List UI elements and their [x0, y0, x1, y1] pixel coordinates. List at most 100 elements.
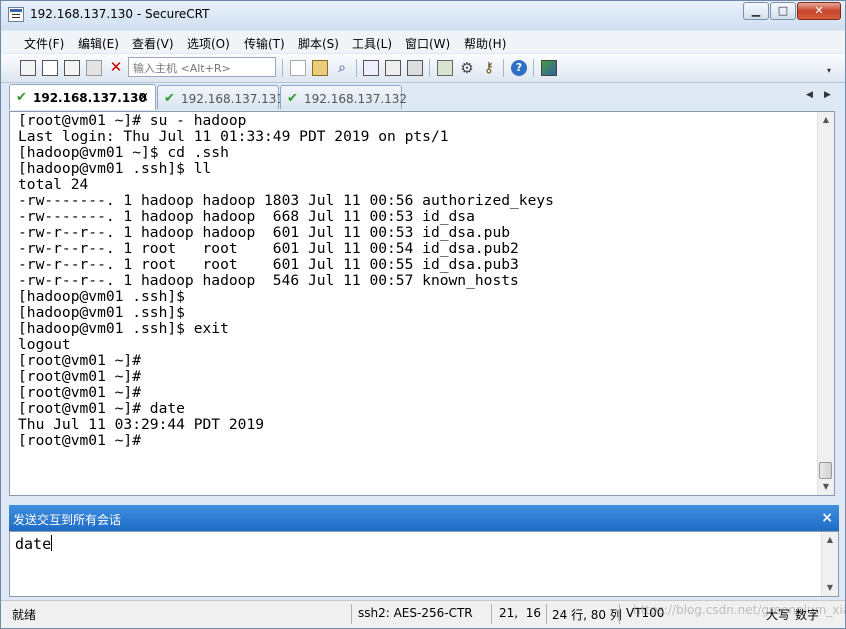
maximize-button[interactable]: □ [770, 2, 796, 20]
quick-connect-icon[interactable] [42, 60, 58, 76]
menu-help[interactable]: 帮助(H) [464, 35, 506, 52]
close-button[interactable]: ✕ [797, 2, 841, 20]
toolbar-separator [356, 59, 357, 77]
menu-file[interactable]: 文件(F) [24, 35, 64, 52]
find-icon[interactable]: ⌕ [334, 60, 350, 76]
command-input[interactable]: date ▲ ▼ [9, 531, 839, 597]
toolbar-separator [503, 59, 504, 77]
copy-icon[interactable] [290, 60, 306, 76]
scroll-up-icon[interactable]: ▲ [818, 112, 834, 128]
securecrt-window: 192.168.137.130 - SecureCRT ▁ □ ✕ 文件(F) … [0, 0, 846, 629]
terminal-line: -rw-------. 1 hadoop hadoop 668 Jul 11 0… [18, 208, 475, 225]
terminal-line: -rw-r--r--. 1 root root 601 Jul 11 00:54… [18, 240, 519, 257]
terminal-line: [root@vm01 ~]# su - hadoop [18, 112, 247, 129]
terminal-line: logout [18, 336, 71, 353]
scrollbar-thumb[interactable] [819, 462, 832, 479]
scroll-up-icon[interactable]: ▲ [822, 532, 838, 548]
command-window-title[interactable]: 发送交互到所有会话 [13, 511, 121, 528]
terminal-line: Last login: Thu Jul 11 01:33:49 PDT 2019… [18, 128, 449, 145]
terminal-line: [hadoop@vm01 .ssh]$ exit [18, 320, 229, 337]
menu-view[interactable]: 查看(V) [132, 35, 174, 52]
terminal-line: [hadoop@vm01 .ssh]$ ll [18, 160, 212, 177]
command-window-header: 发送交互到所有会话 × [9, 505, 839, 531]
toolbar-separator [282, 59, 283, 77]
tab-label: 192.168.137.132 [304, 92, 408, 106]
title-bar: 192.168.137.130 - SecureCRT ▁ □ ✕ [1, 1, 845, 30]
tab-scroll-right-icon[interactable]: ▶ [824, 90, 831, 100]
command-text: date [15, 535, 53, 553]
tab-label: 192.168.137.131 [181, 92, 285, 106]
terminal-line: [hadoop@vm01 .ssh]$ [18, 304, 185, 321]
terminal-line: [hadoop@vm01 ~]$ cd .ssh [18, 144, 229, 161]
status-cursor-position: 21, 16 [499, 606, 541, 620]
connected-check-icon: ✔ [16, 90, 27, 105]
window-title: 192.168.137.130 - SecureCRT [30, 7, 210, 21]
menu-tools[interactable]: 工具(L) [352, 35, 392, 52]
status-separator [491, 604, 492, 624]
toolbar-overflow-icon[interactable]: ▾ [827, 66, 843, 82]
minimize-button[interactable]: ▁ [743, 2, 769, 20]
terminal-scrollbar[interactable]: ▲ ▼ [817, 112, 834, 495]
status-separator [619, 604, 620, 624]
terminal-line: [root@vm01 ~]# [18, 368, 142, 385]
terminal-line: total 24 [18, 176, 89, 193]
status-separator [351, 604, 352, 624]
text-caret [51, 535, 53, 551]
scroll-down-icon[interactable]: ▼ [822, 580, 838, 596]
app-icon [8, 7, 24, 22]
paste-icon[interactable] [312, 60, 328, 76]
print-selection-icon[interactable] [385, 60, 401, 76]
reconnect-icon[interactable] [86, 60, 102, 76]
toolbar-separator [429, 59, 430, 77]
close-tab-icon[interactable]: × [138, 90, 149, 105]
print-setup-icon[interactable] [407, 60, 423, 76]
terminal-line: -rw-r--r--. 1 hadoop hadoop 601 Jul 11 0… [18, 224, 511, 241]
terminal-line: Thu Jul 11 03:29:44 PDT 2019 [18, 416, 265, 433]
menu-edit[interactable]: 编辑(E) [78, 35, 119, 52]
terminal-line: [root@vm01 ~]# date [18, 400, 185, 417]
session-options-icon[interactable] [437, 60, 453, 76]
toolbar-separator [533, 59, 534, 77]
connect-icon[interactable] [20, 60, 36, 76]
tab-session-131[interactable]: ✔ 192.168.137.131 [157, 85, 284, 109]
terminal-line: -rw-------. 1 hadoop hadoop 1803 Jul 11 … [18, 192, 554, 209]
scroll-down-icon[interactable]: ▼ [818, 479, 834, 495]
terminal-line: -rw-r--r--. 1 root root 601 Jul 11 00:55… [18, 256, 519, 273]
tab-scroll-left-icon[interactable]: ◀ [806, 90, 813, 100]
connected-check-icon: ✔ [287, 91, 298, 106]
terminal-line: [root@vm01 ~]# [18, 352, 142, 369]
terminal-pane[interactable]: [root@vm01 ~]# su - hadoop Last login: Th… [9, 111, 835, 496]
menu-options[interactable]: 选项(O) [187, 35, 230, 52]
status-num-lock: 数字 [795, 608, 820, 622]
disconnect-icon[interactable]: ✕ [108, 60, 124, 76]
menu-script[interactable]: 脚本(S) [298, 35, 339, 52]
tab-session-130[interactable]: ✔ 192.168.137.130 × [9, 84, 156, 110]
terminal-line: [root@vm01 ~]# [18, 432, 142, 449]
status-caps-lock: 大写 [766, 608, 791, 622]
tab-label: 192.168.137.130 [33, 91, 147, 105]
status-separator [546, 604, 547, 624]
host-input[interactable]: 输入主机 <Alt+R> [128, 57, 276, 77]
connect-tab-icon[interactable] [64, 60, 80, 76]
terminal-line: [root@vm01 ~]# [18, 384, 142, 401]
status-bar: 就绪 ssh2: AES-256-CTR 21, 16 24 行, 80 列 V… [1, 600, 845, 628]
keymap-icon[interactable]: ⚷ [481, 60, 497, 76]
toolbar: ✕ 输入主机 <Alt+R> ⌕ ⚙ ⚷ ? ▾ [1, 54, 845, 83]
global-options-icon[interactable]: ⚙ [459, 60, 475, 76]
sftp-icon[interactable] [541, 60, 557, 76]
help-icon[interactable]: ? [511, 60, 527, 76]
menu-bar: 文件(F) 编辑(E) 查看(V) 选项(O) 传输(T) 脚本(S) 工具(L… [1, 31, 845, 53]
connected-check-icon: ✔ [164, 91, 175, 106]
menu-window[interactable]: 窗口(W) [405, 35, 450, 52]
command-scrollbar[interactable]: ▲ ▼ [821, 532, 838, 596]
status-ready: 就绪 [12, 608, 37, 622]
terminal-line: -rw-r--r--. 1 hadoop hadoop 546 Jul 11 0… [18, 272, 519, 289]
window-controls: ▁ □ ✕ [742, 2, 841, 20]
close-icon[interactable]: × [821, 510, 833, 526]
terminal-line: [hadoop@vm01 .ssh]$ [18, 288, 185, 305]
session-tab-bar: ✔ 192.168.137.130 × ✔ 192.168.137.131 ✔ … [1, 83, 845, 110]
terminal-output: [root@vm01 ~]# su - hadoop Last login: Th… [18, 113, 554, 449]
menu-transfer[interactable]: 传输(T) [244, 35, 285, 52]
print-icon[interactable] [363, 60, 379, 76]
tab-session-132[interactable]: ✔ 192.168.137.132 [280, 85, 407, 109]
